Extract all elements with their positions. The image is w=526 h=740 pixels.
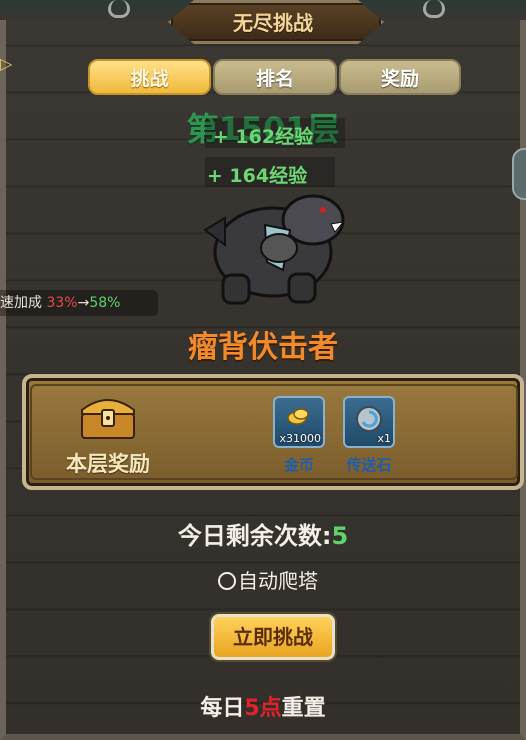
remaining-value: 5 [331,522,349,550]
floor-reward-label: 本层奖励 [66,452,150,476]
monster-name: 瘤背伏击者 [188,330,338,365]
reset-prefix: 每日 [200,696,245,721]
speed-old: 33% [46,295,78,311]
monster-sprite [203,194,345,305]
chain-icon [108,0,130,18]
auto-climb-label: 自动爬塔 [238,569,318,593]
attack-speed-bonus: 攻速加成 33%→58% [0,290,158,316]
item-qty: x31000 [279,432,321,445]
chain-icon [423,0,445,18]
daily-reset-note: 每日5点重置 [0,690,526,722]
challenge-now-button[interactable]: 立即挑战 [211,614,335,660]
teleport-stone-icon[interactable]: x1 [343,396,395,448]
reset-hour: 5点 [244,696,282,721]
reset-suffix: 重置 [281,696,326,721]
item-name: 传送石 [346,456,392,474]
tab-ranking[interactable]: 排名 [213,59,337,95]
tab-rewards[interactable]: 奖励 [339,59,461,95]
speed-new: 58% [89,295,121,311]
tab-challenge[interactable]: 挑战 [88,59,211,95]
speed-label: 攻速加成 [0,295,42,311]
auto-climb-toggle[interactable]: 自动爬塔 [218,565,318,594]
gold-coin-icon[interactable]: x31000 [273,396,325,448]
remaining-label: 今日剩余次数: [177,522,332,550]
left-arrow-icon[interactable]: ▷ [0,54,12,73]
page-title: 无尽挑战 [233,11,313,35]
treasure-chest-icon[interactable] [76,390,140,442]
exp-gain-1: + 162经验 [212,126,314,148]
remaining-attempts: 今日剩余次数:5 [0,516,526,551]
radio-icon[interactable] [218,572,236,590]
item-name: 金币 [283,456,314,474]
item-qty: x1 [377,432,391,445]
speed-arrow: → [77,295,90,311]
